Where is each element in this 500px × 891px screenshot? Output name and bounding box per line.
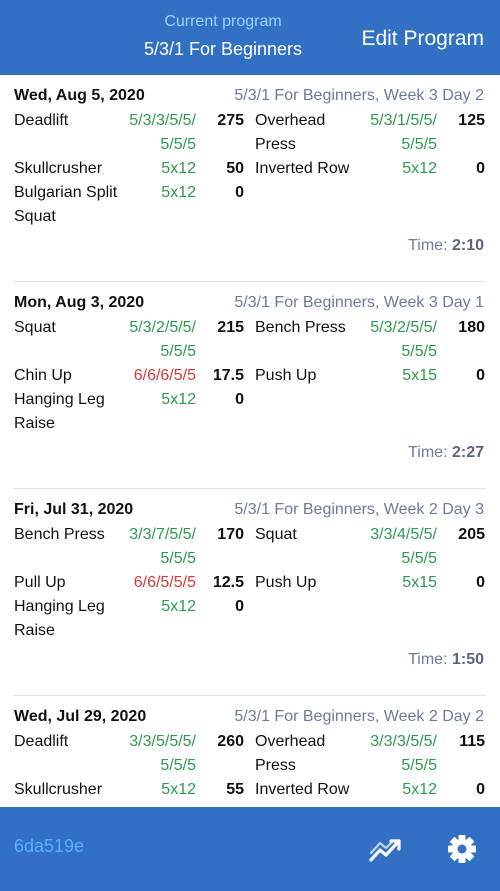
exercise-reps: 3/3/3/5/5/ 5/5/5: [370, 733, 437, 774]
edit-program-button[interactable]: Edit Program: [361, 27, 484, 51]
exercise-reps: 5/3/3/5/5/ 5/5/5: [129, 112, 196, 153]
exercise-name: Hanging Leg Raise: [14, 391, 105, 432]
workout-program-day: 5/3/1 For Beginners, Week 3 Day 1: [234, 294, 484, 311]
exercise-weight: 17.5: [212, 367, 244, 384]
exercise-reps: 5x12: [402, 781, 437, 798]
workout-date: Wed, Aug 5, 2020: [14, 87, 145, 104]
exercise-weight: 0: [235, 598, 244, 615]
exercise-reps: 5x12: [161, 598, 196, 615]
workout-program-day: 5/3/1 For Beginners, Week 2 Day 2: [234, 708, 484, 725]
workout-card[interactable]: Mon, Aug 3, 2020 5/3/1 For Beginners, Wee…: [14, 282, 486, 489]
app-header: Current program 5/3/1 For Beginners Edit…: [0, 0, 500, 75]
exercise-weight: 0: [476, 574, 485, 591]
exercise-reps: 5/3/2/5/5/ 5/5/5: [129, 319, 196, 360]
exercise-name: Hanging Leg Raise: [14, 598, 105, 639]
exercise-weight: 180: [458, 319, 485, 336]
workout-card[interactable]: Fri, Jul 31, 2020 5/3/1 For Beginners, We…: [14, 489, 486, 696]
gear-icon[interactable]: [444, 831, 480, 867]
exercise-weight: 115: [459, 733, 485, 750]
exercise-weight: 55: [226, 781, 244, 798]
workout-date: Fri, Jul 31, 2020: [14, 501, 134, 518]
exercise-weight: 275: [217, 112, 244, 129]
exercise-reps: 6/6/5/5/5: [133, 574, 196, 591]
exercise-weight: 215: [217, 319, 244, 336]
exercise-name: Deadlift: [14, 733, 69, 750]
exercise-weight: 50: [226, 160, 244, 177]
exercise-name: Skullcrusher: [14, 781, 103, 798]
exercise-reps: 3/3/4/5/5/ 5/5/5: [370, 526, 437, 567]
exercise-reps: 5x12: [161, 184, 196, 201]
exercise-name: Pull Up: [14, 574, 66, 591]
exercise-reps: 3/3/5/5/5/ 5/5/5: [129, 733, 196, 774]
exercise-reps: 5x12: [402, 160, 437, 177]
exercise-weight: 205: [458, 526, 485, 543]
exercise-weight: 0: [476, 367, 485, 384]
exercise-reps: 5x12: [161, 160, 196, 177]
workout-program-day: 5/3/1 For Beginners, Week 3 Day 2: [234, 87, 484, 104]
exercise-reps: 5x12: [161, 781, 196, 798]
time-value: 1:50: [451, 651, 484, 668]
time-value: 2:10: [451, 237, 484, 254]
exercise-name: Bench Press: [14, 526, 105, 543]
exercise-weight: 260: [217, 733, 244, 750]
workout-program-day: 5/3/1 For Beginners, Week 2 Day 3: [234, 501, 484, 518]
exercise-reps: 5x15: [402, 574, 437, 591]
exercise-reps: 6/6/6/5/5: [133, 367, 196, 384]
time-label: Time:: [408, 237, 448, 254]
version-hash: 6da519e: [14, 836, 85, 856]
exercise-reps: 3/3/7/5/5/ 5/5/5: [129, 526, 196, 567]
exercise-name: Chin Up: [14, 367, 72, 384]
exercise-weight: 125: [458, 112, 485, 129]
exercise-weight: 12.5: [212, 574, 244, 591]
workout-date: Wed, Jul 29, 2020: [14, 708, 147, 725]
exercise-reps: 5x15: [402, 367, 437, 384]
exercise-weight: 0: [476, 160, 485, 177]
workout-history-list[interactable]: Wed, Aug 5, 2020 5/3/1 For Beginners, Wee…: [0, 75, 500, 807]
time-label: Time:: [408, 651, 448, 668]
exercise-reps: 5/3/1/5/5/ 5/5/5: [370, 112, 437, 153]
exercise-reps: 5/3/2/5/5/ 5/5/5: [370, 319, 437, 360]
chart-trend-icon[interactable]: [368, 831, 404, 867]
exercise-weight: 0: [476, 781, 485, 798]
time-value: 2:27: [451, 444, 484, 461]
exercise-weight: 170: [217, 526, 244, 543]
workout-card[interactable]: Wed, Jul 29, 2020 5/3/1 For Beginners, We…: [14, 696, 486, 807]
bottom-bar: 6da519e: [0, 807, 500, 891]
exercise-name: Skullcrusher: [14, 160, 103, 177]
exercise-name: Deadlift: [14, 112, 69, 129]
workout-card[interactable]: Wed, Aug 5, 2020 5/3/1 For Beginners, Wee…: [14, 75, 486, 282]
workout-date: Mon, Aug 3, 2020: [14, 294, 145, 311]
workout-time: Time: 2:27: [408, 444, 484, 462]
exercise-weight: 0: [235, 391, 244, 408]
exercise-weight: 0: [235, 184, 244, 201]
workout-time: Time: 2:10: [408, 237, 484, 255]
time-label: Time:: [408, 444, 448, 461]
workout-time: Time: 1:50: [408, 651, 484, 669]
exercise-name: Bulgarian Split Squat: [14, 184, 118, 225]
exercise-name: Squat: [14, 319, 56, 336]
exercise-reps: 5x12: [161, 391, 196, 408]
